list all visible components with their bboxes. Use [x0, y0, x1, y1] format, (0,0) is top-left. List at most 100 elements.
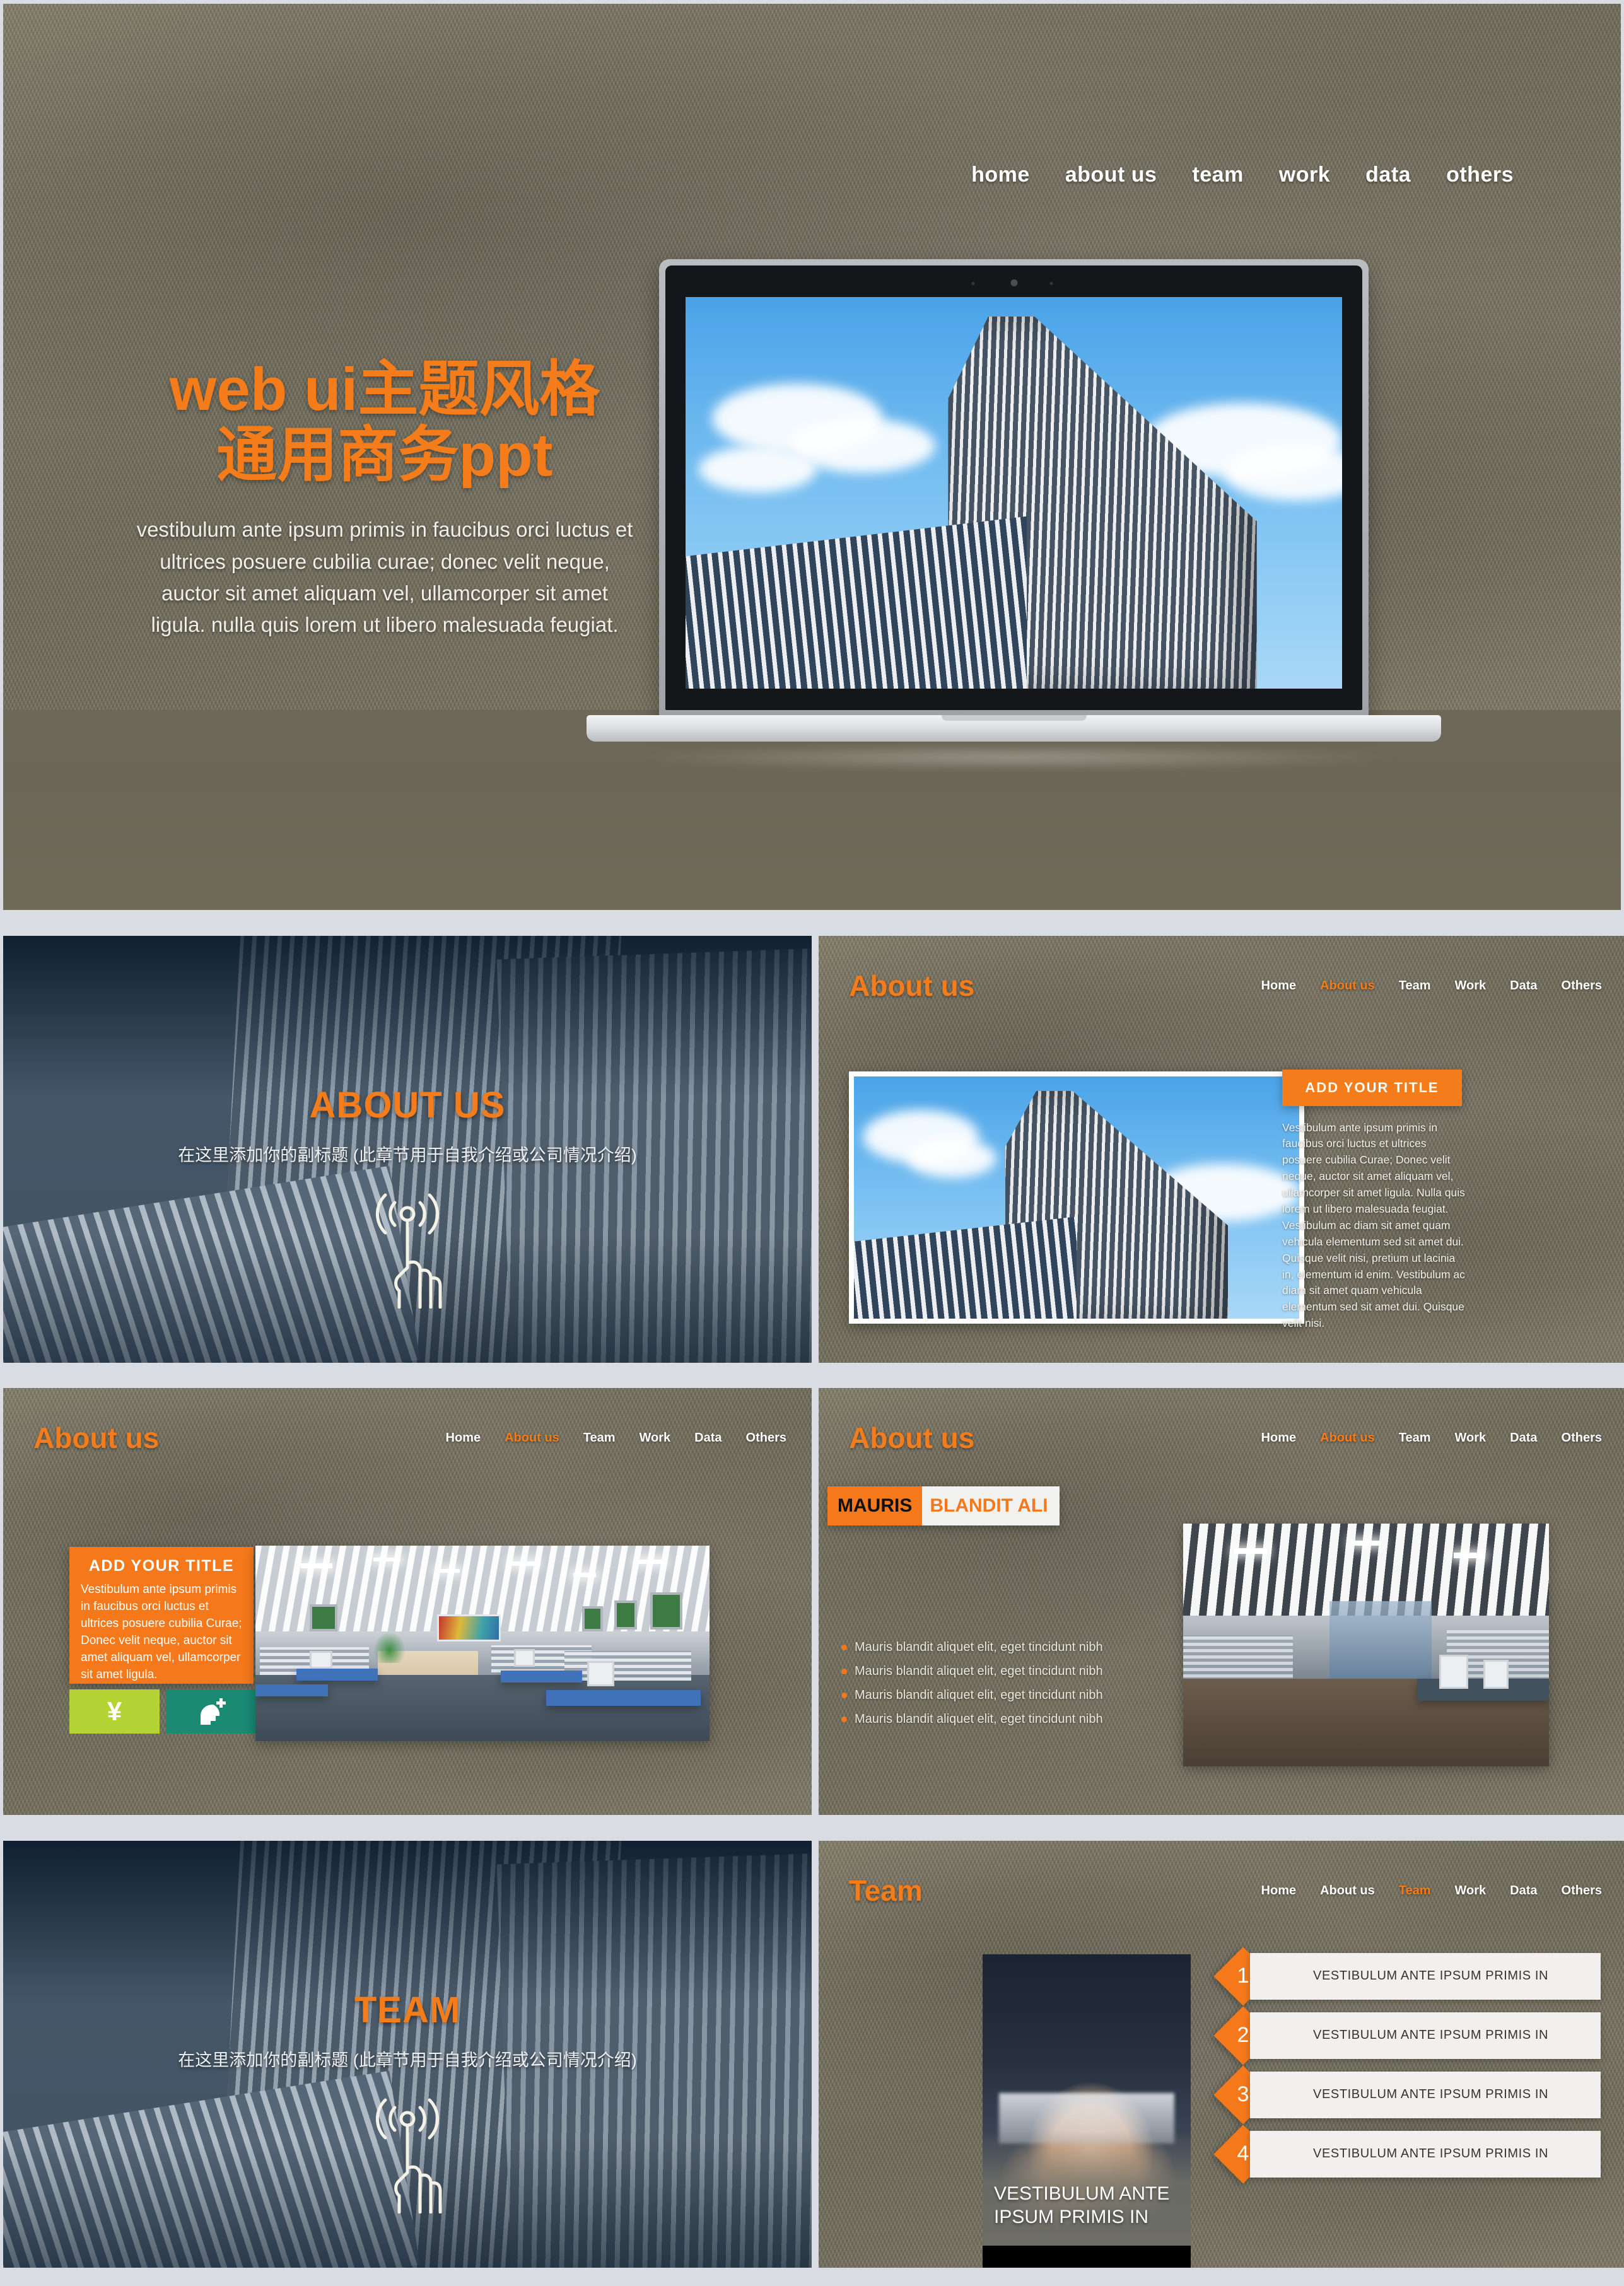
nav-item-work[interactable]: Work [1455, 1884, 1487, 1898]
list-item: Mauris blandit aliquet elit, eget tincid… [841, 1688, 1125, 1703]
tile-yen[interactable]: ¥ [69, 1689, 160, 1734]
list-item: Mauris blandit aliquet elit, eget tincid… [841, 1640, 1125, 1655]
table-row[interactable]: 1 VESTIBULUM ANTE IPSUM PRIMIS IN [1213, 1946, 1601, 2006]
yen-currency-icon: ¥ [107, 1696, 122, 1726]
section-subtitle: 在这里添加你的副标题 (此章节用于自我介绍或公司情况介绍) [178, 1145, 637, 1165]
section-title: ABOUT US [309, 1084, 506, 1126]
slide-deck-grid: home about us team work data others web … [0, 0, 1624, 2286]
bullet-list: Mauris blandit aliquet elit, eget tincid… [841, 1640, 1125, 1736]
laptop-trackpad-notch [941, 715, 1087, 721]
page-title: About us [849, 1421, 975, 1454]
section-title: TEAM [354, 1989, 461, 2031]
add-your-title-button[interactable]: ADD YOUR TITLE [1282, 1069, 1462, 1106]
laptop-base [587, 715, 1441, 742]
row-label: VESTIBULUM ANTE IPSUM PRIMIS IN [1250, 2071, 1601, 2118]
laptop-screen [686, 297, 1342, 689]
team-numbered-list: 1 VESTIBULUM ANTE IPSUM PRIMIS IN 2 VEST… [1213, 1946, 1601, 2190]
table-row[interactable]: 4 VESTIBULUM ANTE IPSUM PRIMIS IN [1213, 2124, 1601, 2184]
row-number: 2 [1237, 2023, 1249, 2047]
inner-navigation[interactable]: Home About us Team Work Data Others [1261, 1431, 1602, 1445]
row-label: VESTIBULUM ANTE IPSUM PRIMIS IN [1250, 1952, 1601, 2000]
laptop-bezel [665, 265, 1362, 710]
about-photo-frame [849, 1071, 1304, 1324]
cover-title: web ui主题风格 通用商务ppt [169, 356, 600, 489]
nav-item-work[interactable]: Work [1455, 1431, 1487, 1445]
skyscraper-photo [854, 1076, 1299, 1319]
row-number: 4 [1237, 2142, 1249, 2166]
nav-item-home[interactable]: home [971, 163, 1030, 187]
nav-item-about-us[interactable]: About us [1320, 979, 1375, 993]
nav-item-team[interactable]: Team [1399, 1431, 1431, 1445]
nav-item-home[interactable]: Home [446, 1431, 481, 1445]
nav-item-team[interactable]: team [1192, 163, 1243, 187]
skyscraper-photo [686, 297, 1342, 689]
about-card: ADD YOUR TITLE Vestibulum ante ipsum pri… [69, 1547, 254, 1684]
divider-content: ABOUT US 在这里添加你的副标题 (此章节用于自我介绍或公司情况介绍) [3, 1084, 812, 1309]
inner-navigation[interactable]: Home About us Team Work Data Others [1261, 979, 1602, 993]
cover-top-navigation[interactable]: home about us team work data others [3, 163, 1621, 187]
slide-team-list[interactable]: Team Home About us Team Work Data Others… [819, 1840, 1624, 2268]
slide-team-divider[interactable]: TEAM 在这里添加你的副标题 (此章节用于自我介绍或公司情况介绍) [3, 1840, 812, 2268]
mauris-blandit-tag: MAURIS BLANDIT ALI [827, 1486, 1060, 1525]
slide-about-bullets[interactable]: About us Home About us Team Work Data Ot… [819, 1388, 1624, 1815]
tag-right-label: BLANDIT ALI [922, 1486, 1060, 1525]
tag-left-label: MAURIS [827, 1486, 923, 1525]
tile-idea[interactable] [166, 1689, 256, 1734]
page-title: About us [33, 1421, 160, 1454]
nav-item-home[interactable]: Home [1261, 979, 1297, 993]
nav-item-about-us[interactable]: About us [1320, 1884, 1375, 1898]
laptop-mockup [587, 259, 1441, 770]
nav-item-others[interactable]: Others [1562, 979, 1602, 993]
laptop-reflection [621, 745, 1406, 770]
nav-item-data[interactable]: Data [1510, 1884, 1537, 1898]
slide-about-divider[interactable]: ABOUT US 在这里添加你的副标题 (此章节用于自我介绍或公司情况介绍) [3, 935, 812, 1363]
slide-cover[interactable]: home about us team work data others web … [3, 4, 1621, 910]
slide-about-photo[interactable]: About us Home About us Team Work Data Ot… [819, 935, 1624, 1363]
nav-item-about-us[interactable]: About us [505, 1431, 559, 1445]
section-subtitle: 在这里添加你的副标题 (此章节用于自我介绍或公司情况介绍) [178, 2050, 637, 2070]
nav-item-others[interactable]: Others [1562, 1431, 1602, 1445]
table-row[interactable]: 3 VESTIBULUM ANTE IPSUM PRIMIS IN [1213, 2065, 1601, 2125]
row-number: 1 [1237, 1964, 1249, 1988]
list-item: Mauris blandit aliquet elit, eget tincid… [841, 1664, 1125, 1679]
touch-hand-icon [375, 1193, 442, 1309]
card-body: Vestibulum ante ipsum primis in faucibus… [81, 1583, 242, 1681]
nav-item-data[interactable]: data [1365, 163, 1411, 187]
inner-navigation[interactable]: Home About us Team Work Data Others [446, 1431, 786, 1445]
inner-navigation[interactable]: Home About us Team Work Data Others [1261, 1884, 1602, 1898]
nav-item-work[interactable]: Work [1455, 979, 1487, 993]
nav-item-about-us[interactable]: about us [1065, 163, 1157, 187]
table-row[interactable]: 2 VESTIBULUM ANTE IPSUM PRIMIS IN [1213, 2005, 1601, 2065]
nav-item-data[interactable]: Data [1510, 979, 1537, 993]
nav-item-team[interactable]: Team [1399, 1884, 1431, 1898]
nav-item-others[interactable]: others [1446, 163, 1514, 187]
photo-bottom-bar [983, 2245, 1191, 2268]
office-interior-photo [255, 1546, 710, 1741]
nav-item-data[interactable]: Data [694, 1431, 721, 1445]
laptop-lid [659, 259, 1369, 716]
nav-item-others[interactable]: Others [1562, 1884, 1602, 1898]
about-body-text: Vestibulum ante ipsum primis in faucibus… [1282, 1121, 1465, 1330]
office-corridor-photo [1183, 1524, 1549, 1766]
photo-caption: VESTIBULUM ANTE IPSUM PRIMIS IN [994, 2183, 1170, 2227]
page-title: Team [849, 1874, 923, 1907]
card-title: ADD YOUR TITLE [88, 1557, 235, 1575]
nav-item-work[interactable]: Work [640, 1431, 671, 1445]
nav-item-about-us[interactable]: About us [1320, 1431, 1375, 1445]
nav-item-home[interactable]: Home [1261, 1431, 1297, 1445]
nav-item-data[interactable]: Data [1510, 1431, 1537, 1445]
nav-item-team[interactable]: Team [583, 1431, 616, 1445]
divider-content: TEAM 在这里添加你的副标题 (此章节用于自我介绍或公司情况介绍) [3, 1989, 812, 2213]
row-number: 3 [1237, 2082, 1249, 2106]
row-label: VESTIBULUM ANTE IPSUM PRIMIS IN [1250, 2012, 1601, 2059]
touch-hand-icon [375, 2098, 442, 2213]
nav-item-home[interactable]: Home [1261, 1884, 1297, 1898]
slide-about-card[interactable]: About us Home About us Team Work Data Ot… [3, 1388, 812, 1815]
list-item: Mauris blandit aliquet elit, eget tincid… [841, 1712, 1125, 1727]
nav-item-others[interactable]: Others [746, 1431, 786, 1445]
webcam-icon [971, 279, 1053, 286]
nav-item-team[interactable]: Team [1399, 979, 1431, 993]
head-plus-idea-icon [200, 1698, 226, 1725]
page-title: About us [849, 969, 975, 1002]
nav-item-work[interactable]: work [1279, 163, 1330, 187]
